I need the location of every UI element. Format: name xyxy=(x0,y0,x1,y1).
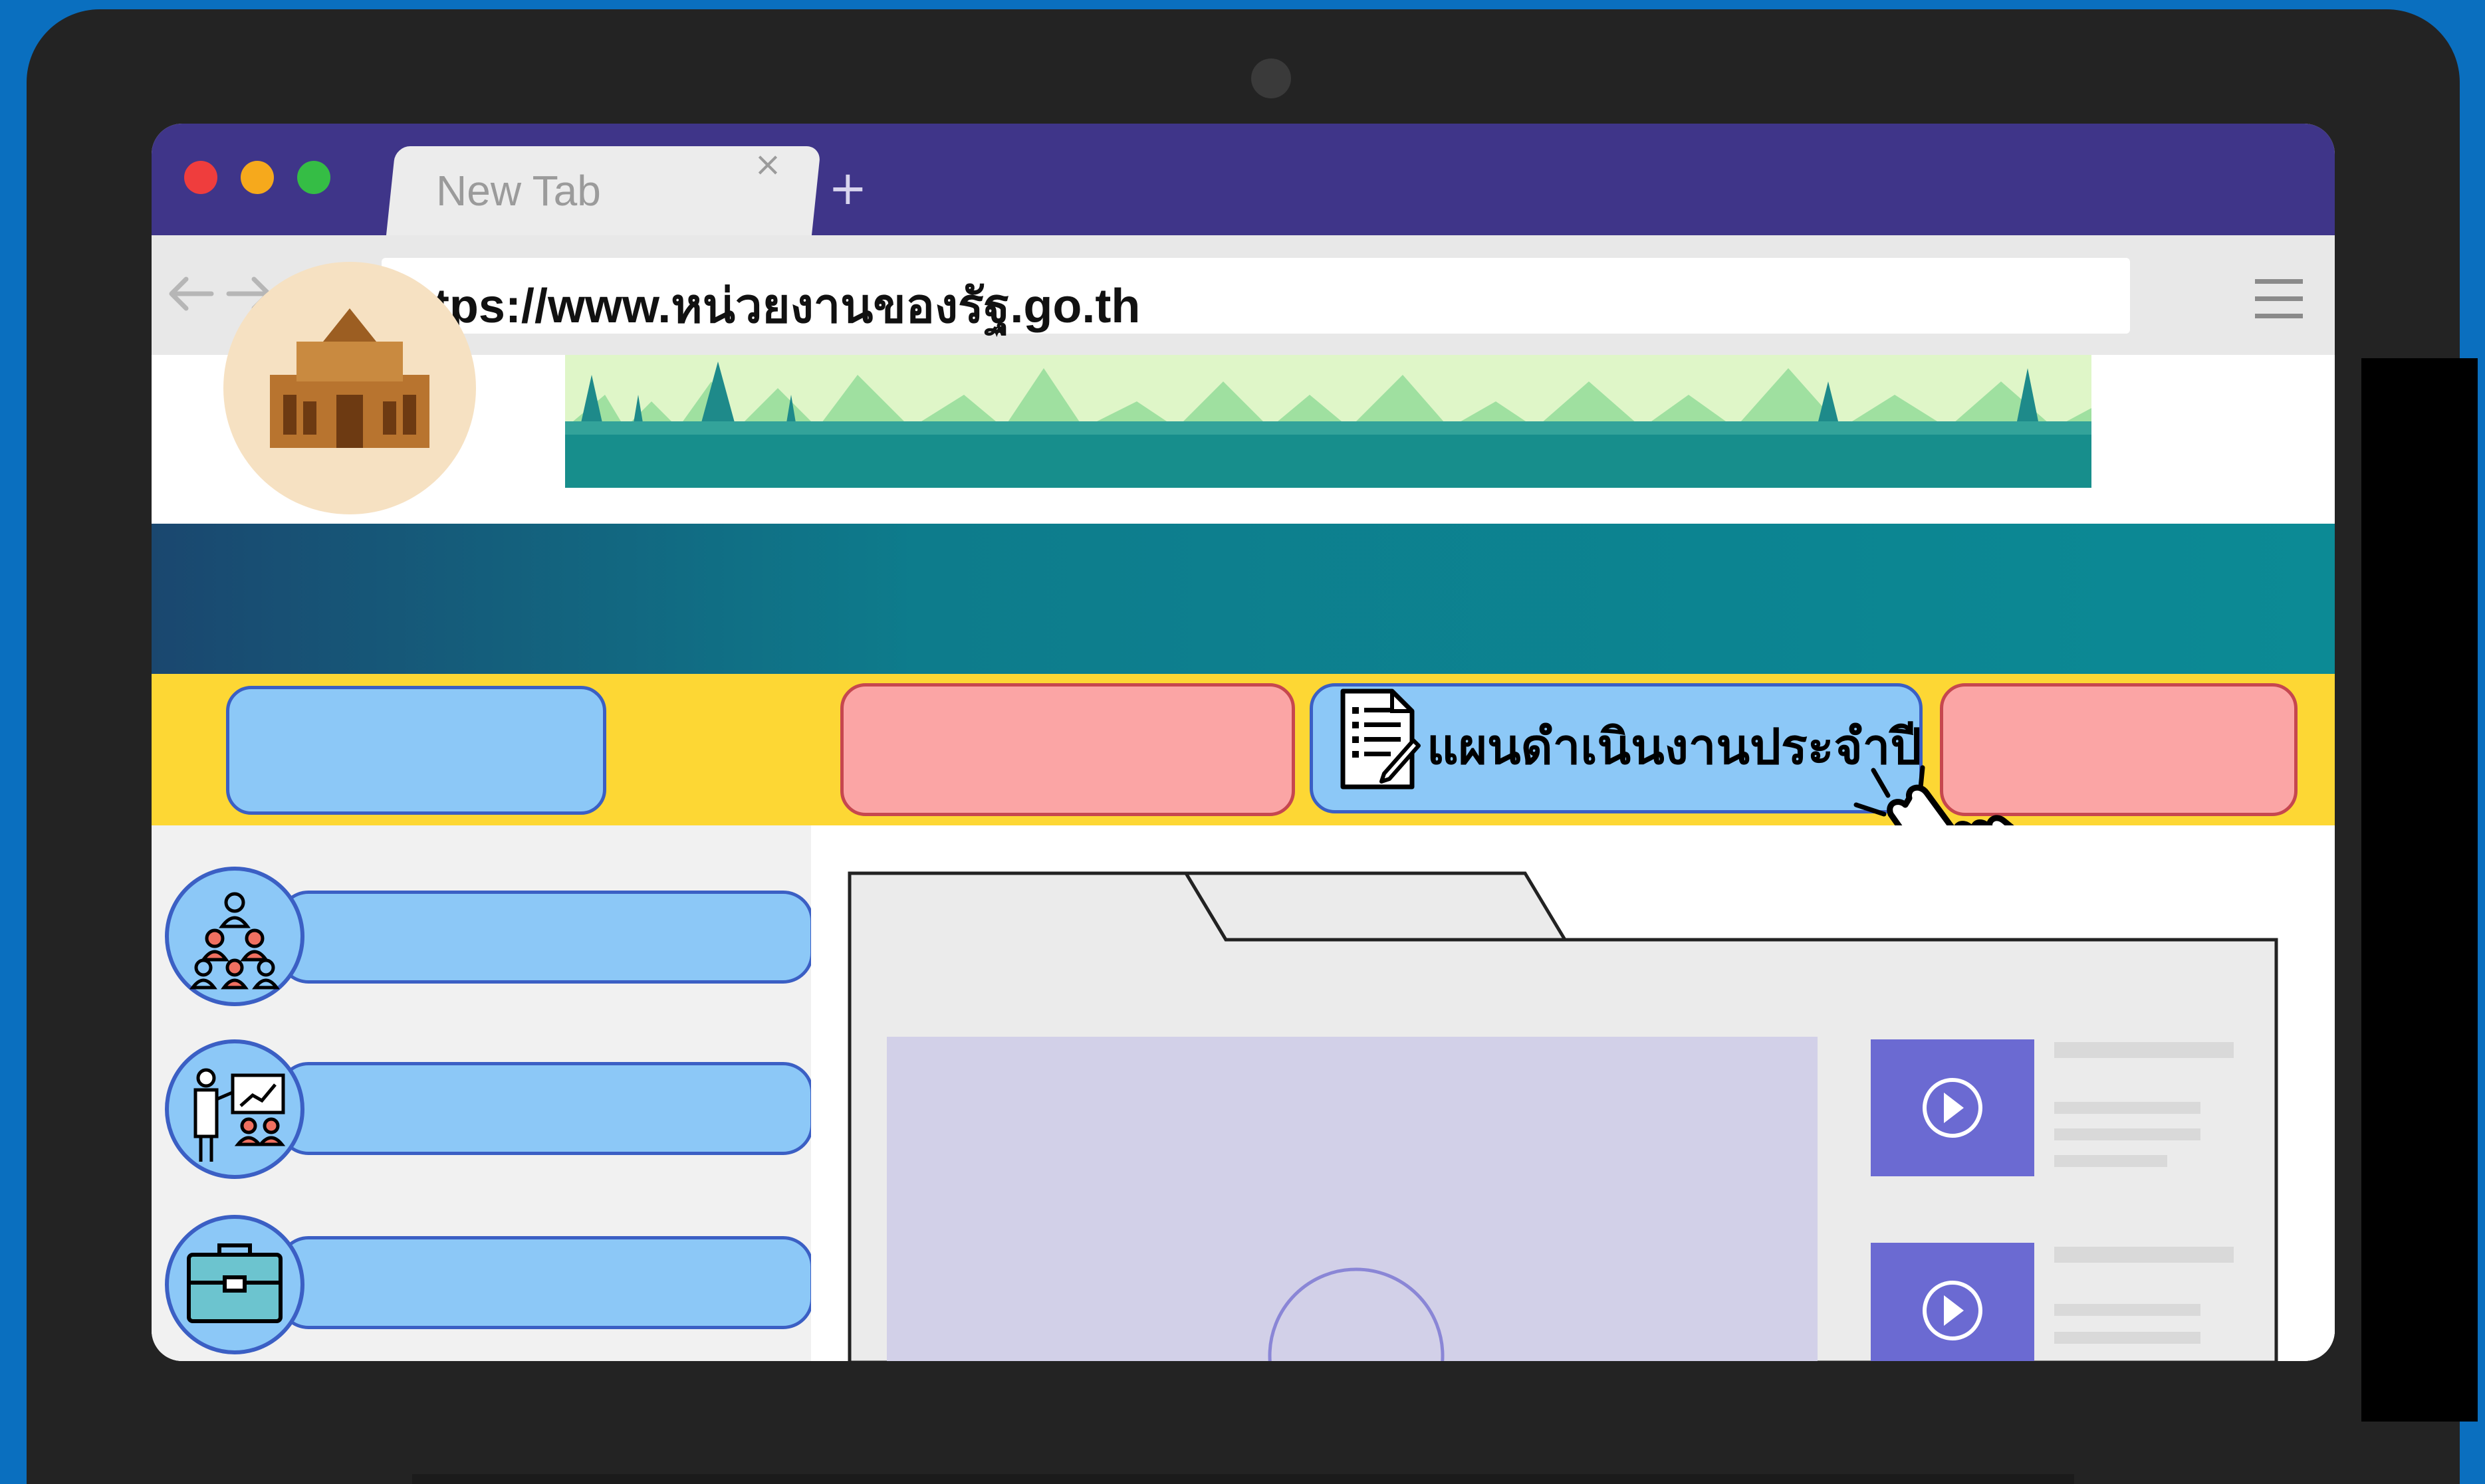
tab-bar: New Tab × + xyxy=(152,124,2335,235)
agency-logo[interactable] xyxy=(223,262,476,514)
briefcase-icon xyxy=(187,1243,283,1323)
site-header xyxy=(152,262,2335,524)
hero-band xyxy=(152,524,2335,674)
maximize-window-button[interactable] xyxy=(297,161,330,194)
url-text[interactable]: https://www.หน่วยงานของรัฐ.go.th xyxy=(388,267,1140,344)
sidebar-icon-1 xyxy=(165,867,304,1006)
annual-plan-label[interactable]: แผนดำเนินงานประจำปี xyxy=(1427,707,1921,786)
laptop-base xyxy=(412,1474,2074,1484)
browser-toolbar: https://www.หน่วยงานของรัฐ.go.th xyxy=(152,235,2335,355)
left-sidebar xyxy=(152,825,814,1361)
sidebar-icon-2 xyxy=(165,1039,304,1179)
hamburger-menu-icon[interactable] xyxy=(2252,275,2306,322)
tab-title: New Tab xyxy=(436,167,601,215)
video-folder-panel xyxy=(848,871,2278,1361)
laptop-side-panel xyxy=(2361,358,2478,1422)
sidebar-icon-3 xyxy=(165,1215,304,1354)
header-banner-illustration xyxy=(565,355,2091,488)
new-tab-button[interactable]: + xyxy=(828,165,868,211)
minimize-window-button[interactable] xyxy=(241,161,274,194)
tab-close-icon[interactable]: × xyxy=(754,148,782,181)
document-edit-icon xyxy=(1340,689,1421,790)
browser-window: New Tab × + https://www.หน่วยงานของรัฐ.g… xyxy=(152,124,2335,1361)
organization-icon xyxy=(189,892,280,990)
presentation-icon xyxy=(193,1068,286,1162)
menu-button-1[interactable] xyxy=(226,686,606,815)
webcam xyxy=(1251,58,1291,98)
menu-button-2[interactable] xyxy=(840,683,1295,816)
address-bar[interactable]: https://www.หน่วยงานของรัฐ.go.th xyxy=(382,258,2130,334)
close-window-button[interactable] xyxy=(184,161,217,194)
back-arrow-icon[interactable] xyxy=(165,274,215,314)
